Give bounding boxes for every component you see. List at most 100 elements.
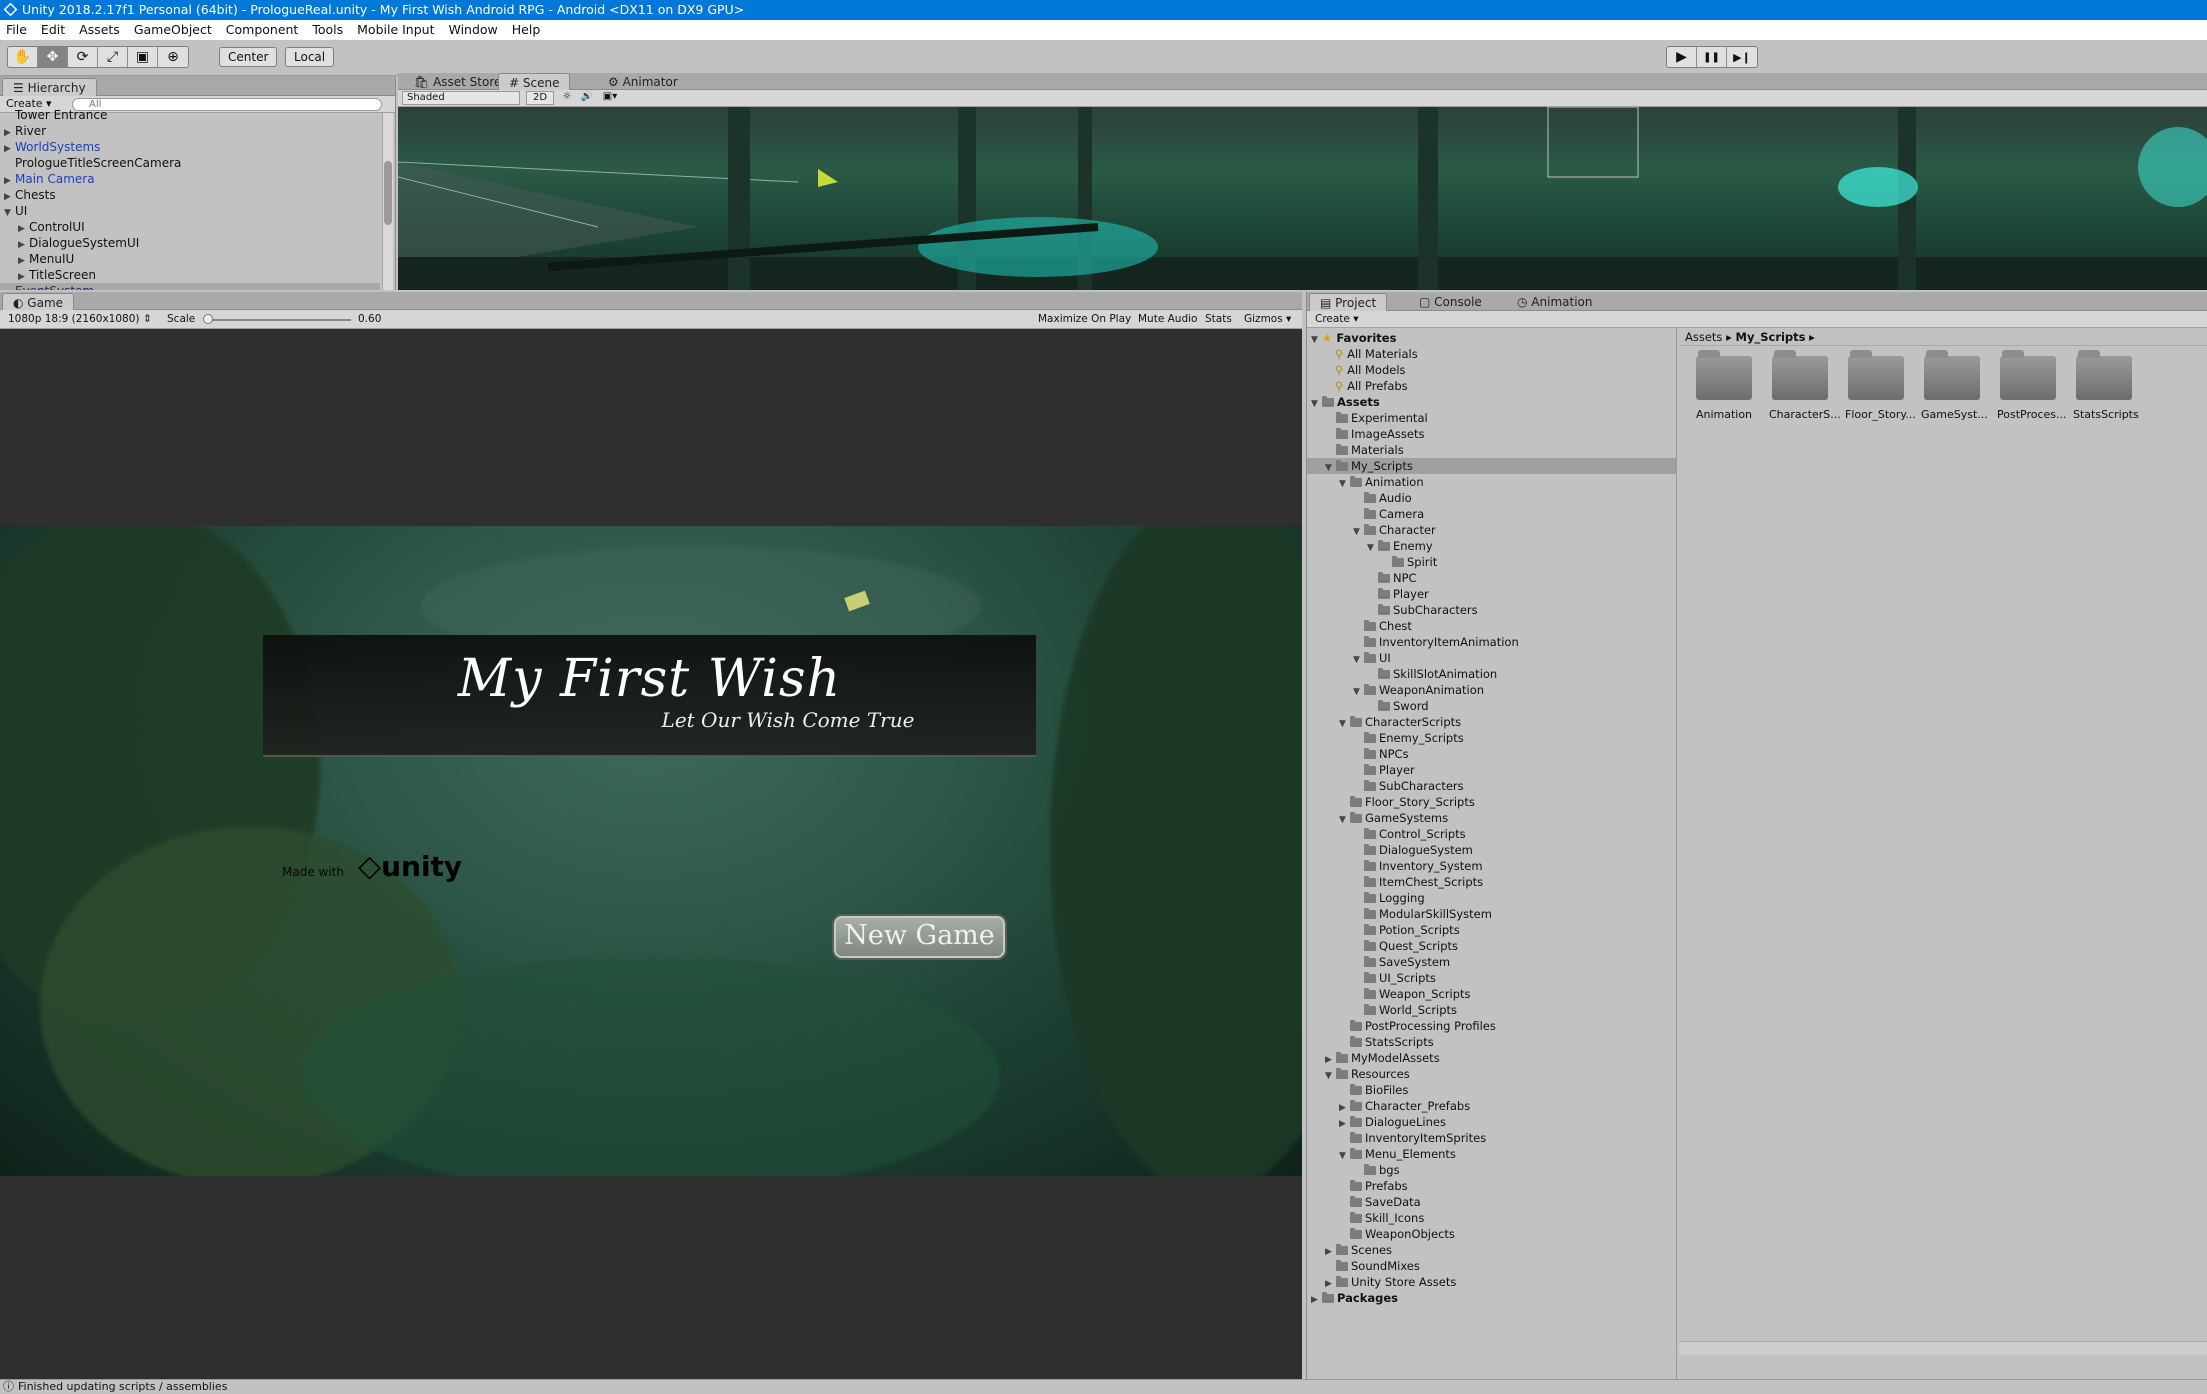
project-folder-item[interactable]: ItemChest_Scripts <box>1307 874 1676 890</box>
maximize-on-play-toggle[interactable]: Maximize On Play <box>1038 313 1131 325</box>
project-folder-item[interactable]: ▼ WeaponAnimation <box>1307 682 1676 698</box>
hierarchy-item[interactable]: ▶ ControlUI <box>0 219 380 235</box>
project-folder-item[interactable]: WeaponObjects <box>1307 1226 1676 1242</box>
project-folder-item[interactable]: Sword <box>1307 698 1676 714</box>
expand-arrow-icon[interactable]: ▶ <box>1311 1292 1322 1308</box>
project-folder-item[interactable]: InventoryItemSprites <box>1307 1130 1676 1146</box>
rect-tool-icon[interactable]: ▣ <box>128 47 158 67</box>
project-folder-item[interactable]: ▶ Scenes <box>1307 1242 1676 1258</box>
hierarchy-item[interactable]: ▼ UI <box>0 203 380 219</box>
project-folder-item[interactable]: SubCharacters <box>1307 778 1676 794</box>
tab-project[interactable]: ▤ Project <box>1309 293 1388 311</box>
folder-grid-item[interactable]: GameSyst... <box>1921 350 1988 421</box>
menu-window[interactable]: Window <box>442 20 505 40</box>
project-folder-item[interactable]: BioFiles <box>1307 1082 1676 1098</box>
transform-tool-icon[interactable]: ⊕ <box>158 47 188 67</box>
hierarchy-item[interactable]: ▶ DialogueSystemUI <box>0 235 380 251</box>
audio-icon[interactable]: 🔊 <box>578 91 596 105</box>
project-folder-item[interactable]: NPC <box>1307 570 1676 586</box>
favorites-header[interactable]: ▼ ★ Favorites <box>1311 330 1396 346</box>
project-folder-item[interactable]: SaveSystem <box>1307 954 1676 970</box>
breadcrumb-assets[interactable]: Assets <box>1685 330 1722 344</box>
resolution-dropdown[interactable]: 1080p 18:9 (2160x1080) ⇕ <box>8 313 152 325</box>
breadcrumb-my-scripts[interactable]: My_Scripts <box>1736 330 1806 344</box>
tab-scene[interactable]: # Scene <box>498 73 571 91</box>
folder-grid-item[interactable]: Floor_Story... <box>1845 350 1916 421</box>
pivot-center-toggle[interactable]: Center <box>219 47 278 67</box>
hierarchy-item[interactable]: ▶ WorldSystems <box>0 139 380 155</box>
project-folder-item[interactable]: ▼ Animation <box>1307 474 1676 490</box>
hierarchy-item[interactable]: ▶ MenuIU <box>0 251 380 267</box>
hierarchy-item[interactable]: Tower Entrance <box>0 109 380 123</box>
project-folder-item[interactable]: SoundMixes <box>1307 1258 1676 1274</box>
scene-viewport[interactable] <box>398 107 2207 290</box>
menu-gameobject[interactable]: GameObject <box>128 20 220 40</box>
project-folder-item[interactable]: bgs <box>1307 1162 1676 1178</box>
project-folder-item[interactable]: Chest <box>1307 618 1676 634</box>
play-icon[interactable]: ▶ <box>1667 47 1697 67</box>
project-folder-item[interactable]: ImageAssets <box>1307 426 1676 442</box>
project-folder-item[interactable]: Materials <box>1307 442 1676 458</box>
folder-grid-item[interactable]: CharacterS... <box>1769 350 1841 421</box>
project-folder-item[interactable]: StatsScripts <box>1307 1034 1676 1050</box>
project-folder-item[interactable]: Logging <box>1307 890 1676 906</box>
project-folder-item[interactable]: ▼ Enemy <box>1307 538 1676 554</box>
project-folder-item[interactable]: Prefabs <box>1307 1178 1676 1194</box>
tab-game[interactable]: ◐ Game <box>2 293 75 311</box>
project-folder-item[interactable]: ▼ Resources <box>1307 1066 1676 1082</box>
project-folder-item[interactable]: ▼ Menu_Elements <box>1307 1146 1676 1162</box>
project-folder-item[interactable]: SaveData <box>1307 1194 1676 1210</box>
project-create-button[interactable]: Create ▾ <box>1315 313 1359 325</box>
project-folder-item[interactable]: Control_Scripts <box>1307 826 1676 842</box>
project-folder-item[interactable]: ▼ GameSystems <box>1307 810 1676 826</box>
tab-hierarchy[interactable]: ☰ Hierarchy <box>2 78 97 96</box>
project-folder-item[interactable]: Skill_Icons <box>1307 1210 1676 1226</box>
project-folder-item[interactable]: SubCharacters <box>1307 602 1676 618</box>
project-folder-item[interactable]: PostProcessing Profiles <box>1307 1018 1676 1034</box>
hierarchy-item[interactable]: ▶ Chests <box>0 187 380 203</box>
project-folder-item[interactable]: ▶ Unity Store Assets <box>1307 1274 1676 1290</box>
hierarchy-item[interactable]: PrologueTitleScreenCamera <box>0 155 380 171</box>
project-folder-item[interactable]: ▶ Character_Prefabs <box>1307 1098 1676 1114</box>
stats-toggle[interactable]: Stats <box>1205 313 1232 325</box>
project-folder-item[interactable]: ▶ Packages <box>1307 1290 1676 1308</box>
scale-tool-icon[interactable]: ⤢ <box>98 47 128 67</box>
menu-file[interactable]: File <box>0 20 35 40</box>
hierarchy-scroll-thumb[interactable] <box>384 161 392 225</box>
hand-tool-icon[interactable]: ✋ <box>8 47 38 67</box>
mode-2d-toggle[interactable]: 2D <box>526 91 554 105</box>
project-folder-item[interactable]: Quest_Scripts <box>1307 938 1676 954</box>
project-folder-item[interactable]: ▼ My_Scripts <box>1307 458 1676 474</box>
project-folder-item[interactable]: Audio <box>1307 490 1676 506</box>
favorite-item[interactable]: ⚲ All Materials <box>1335 346 1418 362</box>
project-folder-item[interactable]: Player <box>1307 586 1676 602</box>
tab-asset-store[interactable]: 🛍 Asset Store <box>404 73 511 91</box>
project-folder-item[interactable]: Player <box>1307 762 1676 778</box>
project-folder-item[interactable]: DialogueSystem <box>1307 842 1676 858</box>
hierarchy-item[interactable]: ▶ Main Camera <box>0 171 380 187</box>
pause-icon[interactable]: ❚❚ <box>1697 47 1727 67</box>
favorite-item[interactable]: ⚲ All Models <box>1335 362 1406 378</box>
project-folder-item[interactable]: Experimental <box>1307 410 1676 426</box>
project-folder-item[interactable]: SkillSlotAnimation <box>1307 666 1676 682</box>
hierarchy-item[interactable]: EventSystem <box>0 283 380 290</box>
hierarchy-item[interactable]: ▶ River <box>0 123 380 139</box>
pivot-local-toggle[interactable]: Local <box>285 47 335 67</box>
project-folder-item[interactable]: InventoryItemAnimation <box>1307 634 1676 650</box>
project-folder-item[interactable]: ▼ Character <box>1307 522 1676 538</box>
new-game-button[interactable]: New Game <box>832 914 1007 960</box>
move-tool-icon[interactable]: ✥ <box>38 47 68 67</box>
project-folder-item[interactable]: NPCs <box>1307 746 1676 762</box>
hierarchy-item[interactable]: ▶ TitleScreen <box>0 267 380 283</box>
menu-component[interactable]: Component <box>220 20 307 40</box>
project-folder-item[interactable]: Camera <box>1307 506 1676 522</box>
menu-tools[interactable]: Tools <box>306 20 351 40</box>
project-folder-item[interactable]: ▶ DialogueLines <box>1307 1114 1676 1130</box>
project-folder-item[interactable]: UI_Scripts <box>1307 970 1676 986</box>
menu-assets[interactable]: Assets <box>73 20 128 40</box>
hierarchy-scrollbar[interactable] <box>382 113 393 290</box>
lighting-icon[interactable]: ☼ <box>558 91 576 105</box>
folder-grid-item[interactable]: PostProces... <box>1997 350 2067 421</box>
project-folder-item[interactable]: Floor_Story_Scripts <box>1307 794 1676 810</box>
project-folder-item[interactable]: Spirit <box>1307 554 1676 570</box>
